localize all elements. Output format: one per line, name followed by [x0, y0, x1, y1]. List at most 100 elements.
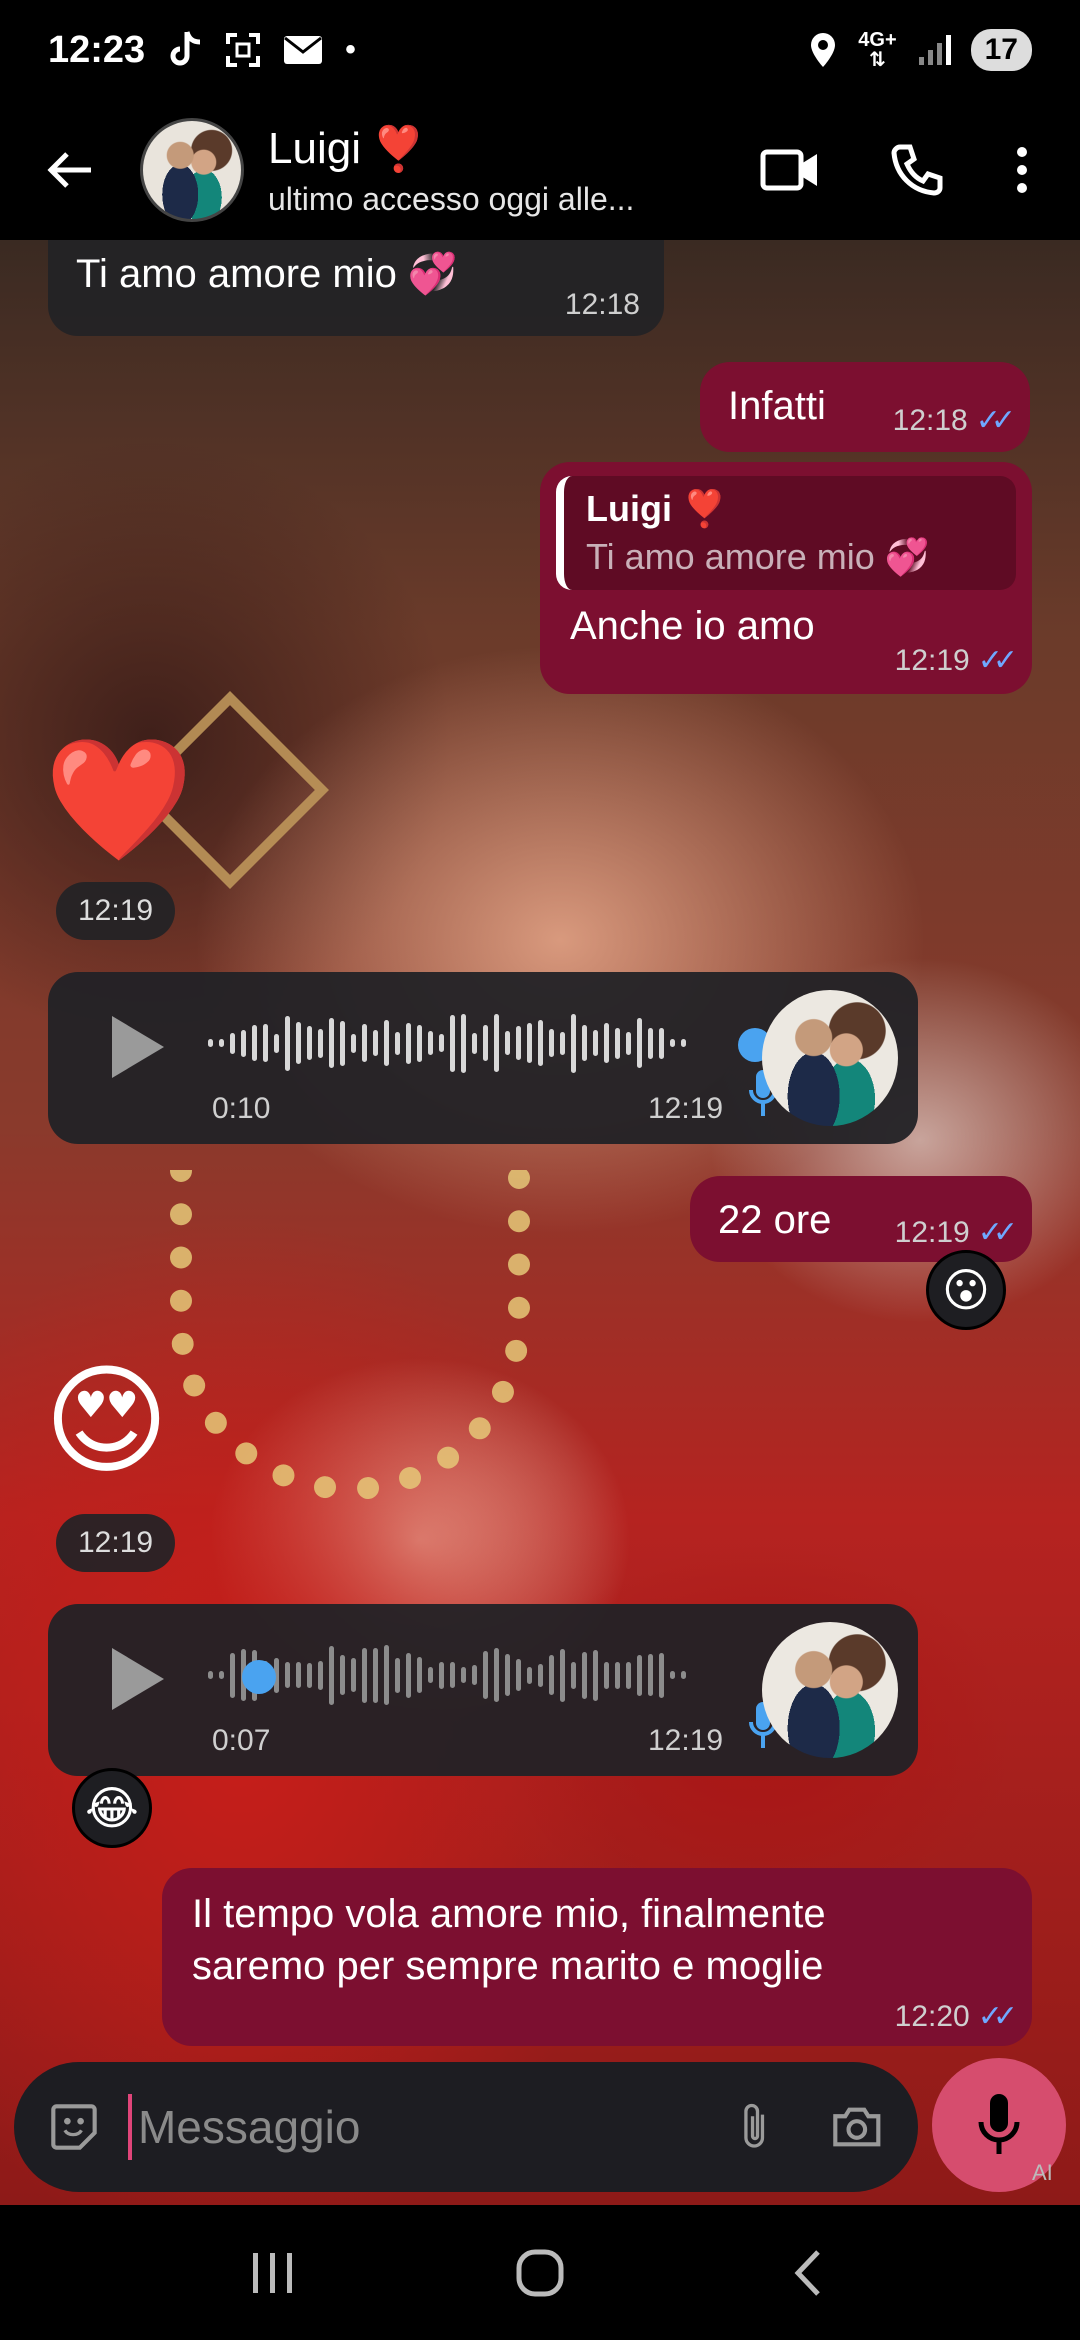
waveform-bar [307, 1026, 312, 1060]
waveform-bar [648, 1654, 653, 1696]
waveform-bar [208, 1671, 213, 1679]
message-reaction[interactable]: 😂 [72, 1768, 152, 1848]
message-incoming[interactable]: Ti amo amore mio 💞 12:18 [48, 240, 664, 336]
voice-progress-dot[interactable] [242, 1660, 276, 1694]
contact-heart-emoji: ❣️ [370, 124, 426, 174]
waveform-bar [241, 1029, 246, 1057]
waveform-bar [494, 1648, 499, 1702]
tiktok-icon [170, 31, 201, 66]
home-button[interactable] [480, 2233, 600, 2313]
play-icon[interactable] [108, 1012, 168, 1082]
ai-watermark: AI [1032, 2160, 1053, 2185]
waveform-bar [582, 1025, 587, 1061]
waveform-bar [329, 1645, 334, 1705]
waveform-bar [417, 1024, 422, 1062]
voice-message[interactable]: 0:10 12:19 [48, 972, 918, 1144]
screenshot-icon [226, 33, 261, 67]
waveform-bar [230, 1652, 235, 1698]
attach-icon[interactable] [736, 2096, 772, 2158]
waveform-bar [395, 1657, 400, 1693]
waveform-bar [362, 1024, 367, 1062]
waveform-bar [450, 1014, 455, 1072]
last-seen: ultimo accesso oggi alle... [268, 180, 635, 217]
back-nav-button[interactable] [747, 2233, 867, 2313]
waveform-bar [373, 1647, 378, 1703]
dot-icon: • [345, 33, 356, 66]
waveform-bar [637, 1018, 642, 1068]
waveform-bar [516, 1659, 521, 1691]
contact-info[interactable]: Luigi ❣️ ultimo accesso oggi alle... [268, 123, 760, 218]
waveform-bar [274, 1033, 279, 1053]
waveform-bar [571, 1661, 576, 1689]
voice-duration: 0:10 [212, 1092, 271, 1125]
mail-icon [284, 36, 323, 64]
waveform-bar [560, 1648, 565, 1702]
voice-duration: 0:07 [212, 1724, 271, 1757]
waveform-bar [604, 1023, 609, 1063]
waveform-bar [681, 1039, 686, 1047]
message-outgoing-reply[interactable]: Luigi ❣️ Ti amo amore mio 💞 Anche io amo… [540, 462, 1032, 694]
play-icon[interactable] [108, 1644, 168, 1714]
voice-waveform[interactable] [208, 1008, 686, 1078]
waveform-bar [406, 1022, 411, 1064]
more-options-icon[interactable] [1014, 145, 1030, 195]
recent-apps-button[interactable] [213, 2233, 333, 2313]
message-time: 12:19 [894, 643, 970, 677]
waveform-bar [670, 1671, 675, 1679]
location-icon [811, 33, 836, 67]
waveform-bar [483, 1025, 488, 1061]
waveform-bar [285, 1015, 290, 1071]
message-outgoing[interactable]: Il tempo vola amore mio, finalmente sare… [162, 1868, 1032, 2046]
waveform-bar [681, 1671, 686, 1679]
message-input[interactable] [127, 2094, 736, 2160]
voice-sender-avatar [762, 1622, 898, 1758]
read-ticks-icon: ✓✓ [977, 644, 1018, 677]
waveform-bar [538, 1020, 543, 1066]
waveform-bar [560, 1031, 565, 1055]
battery-level: 17 [984, 33, 1018, 66]
waveform-bar [428, 1031, 433, 1055]
waveform-bar [296, 1022, 301, 1064]
message-text: Ti amo amore mio 💞 [76, 252, 458, 296]
voice-waveform[interactable] [208, 1640, 686, 1710]
waveform-bar [615, 1661, 620, 1689]
back-button[interactable] [30, 138, 110, 203]
message-outgoing[interactable]: Infatti 12:18 ✓✓ [700, 362, 1030, 452]
waveform-bar [604, 1661, 609, 1689]
message-emoji[interactable]: ❤️ [44, 735, 193, 865]
contact-avatar[interactable] [140, 118, 244, 222]
waveform-bar [626, 1031, 631, 1055]
waveform-bar [659, 1027, 664, 1059]
waveform-bar [219, 1039, 224, 1047]
waveform-bar [296, 1662, 301, 1688]
reply-quote[interactable]: Luigi ❣️ Ti amo amore mio 💞 [556, 476, 1016, 590]
voice-call-icon[interactable] [890, 143, 944, 197]
waveform-bar [208, 1039, 213, 1047]
voice-message[interactable]: 0:07 12:19 [48, 1604, 918, 1776]
waveform-bar [670, 1039, 675, 1047]
waveform-bar [230, 1032, 235, 1054]
status-time: 12:23 [48, 28, 146, 71]
waveform-bar [538, 1663, 543, 1687]
message-reaction[interactable]: 😮 [926, 1250, 1006, 1330]
read-ticks-icon: ✓✓ [977, 2000, 1018, 2033]
microphone-icon [978, 2094, 1020, 2154]
message-text: Infatti [728, 384, 826, 428]
waveform-bar [439, 1034, 444, 1052]
message-outgoing[interactable]: 22 ore 12:19 ✓✓ [690, 1176, 1032, 1262]
sticker-icon[interactable] [50, 2098, 98, 2156]
message-emoji[interactable]: 😍 [44, 1356, 169, 1486]
network-type: 4G+ [858, 29, 897, 51]
camera-icon[interactable] [832, 2102, 882, 2152]
waveform-bar [439, 1661, 444, 1689]
waveform-bar [483, 1651, 488, 1699]
waveform-bar [373, 1030, 378, 1056]
video-call-icon[interactable] [760, 147, 820, 193]
waveform-bar [384, 1020, 389, 1066]
waveform-bar [549, 1029, 554, 1057]
waveform-bar [659, 1652, 664, 1698]
waveform-bar [461, 1667, 466, 1683]
message-text: 22 ore [718, 1198, 832, 1242]
waveform-bar [362, 1647, 367, 1703]
waveform-bar [505, 1031, 510, 1055]
